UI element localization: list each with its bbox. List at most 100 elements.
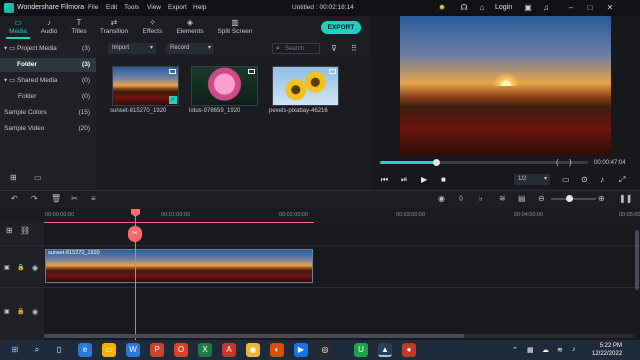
minimize-icon[interactable]: –	[566, 3, 576, 13]
subtitle-icon[interactable]: ▤	[518, 194, 526, 203]
eye-icon[interactable]: ◉	[32, 308, 38, 316]
network-icon[interactable]: ▦	[527, 346, 534, 354]
export-button[interactable]: EXPORT	[321, 21, 361, 34]
adjust-icon[interactable]: ≡	[91, 194, 96, 203]
fullscreen-icon[interactable]: ⤢	[619, 175, 625, 185]
file-explorer-icon[interactable]: ▭	[102, 343, 116, 357]
cloud-icon[interactable]: ☁	[542, 346, 549, 354]
lock-icon[interactable]: 🔒	[17, 264, 24, 271]
pause-icon[interactable]: ❚❚	[619, 194, 632, 203]
menu-tools[interactable]: Tools	[124, 4, 139, 11]
system-clock[interactable]: 5:22 PM 12/22/2022	[592, 342, 622, 358]
lightbulb-icon[interactable]: ✹	[437, 3, 447, 13]
menu-file[interactable]: File	[88, 4, 98, 11]
zoom-out-icon[interactable]: ⊖	[538, 194, 545, 203]
record-dropdown[interactable]: Record ▾	[166, 43, 214, 54]
wifi-icon[interactable]: ≋	[557, 346, 563, 354]
shield-icon[interactable]: ◊	[459, 194, 463, 203]
timeline-scroll-thumb[interactable]	[44, 334, 464, 338]
folder-icon[interactable]: ▭	[34, 173, 42, 182]
chrome-icon[interactable]: ◉	[246, 343, 260, 357]
close-icon[interactable]: ✕	[605, 3, 615, 13]
edge-icon[interactable]: e	[78, 343, 92, 357]
media-thumbnail-sunset[interactable]: ✓	[112, 66, 179, 106]
sidebar-item-project-media[interactable]: ▾ ▭ Project Media (3)	[0, 42, 96, 56]
step-forward-icon[interactable]: ⏯	[401, 175, 407, 185]
menu-view[interactable]: View	[147, 4, 161, 11]
excel-icon[interactable]: X	[198, 343, 212, 357]
volume-icon[interactable]: ♪	[572, 346, 576, 353]
previous-frame-icon[interactable]: ⏮	[381, 175, 388, 185]
grid-view-icon[interactable]: ⠿	[351, 44, 357, 53]
tab-audio[interactable]: ♪ Audio	[38, 16, 60, 38]
timeline-tracks[interactable]	[0, 222, 640, 344]
mark-out-icon[interactable]: )	[569, 158, 572, 167]
menu-edit[interactable]: Edit	[106, 4, 117, 11]
play-icon[interactable]: ▶	[421, 175, 427, 184]
green-app-icon[interactable]: U	[354, 343, 368, 357]
microphone-icon[interactable]: ♭	[479, 194, 483, 203]
login-link[interactable]: Login	[495, 4, 512, 11]
filmora-taskbar-icon[interactable]: ▲	[378, 343, 392, 357]
search-icon[interactable]: ⌕	[30, 343, 44, 357]
zoom-slider-knob[interactable]	[566, 195, 573, 202]
eye-icon[interactable]: ◉	[32, 264, 38, 272]
media-thumbnail-sunflower[interactable]	[272, 66, 339, 106]
audio-mix-icon[interactable]: ≋	[499, 194, 506, 203]
acrobat-icon[interactable]: A	[222, 343, 236, 357]
link-icon[interactable]: ⛓	[20, 226, 30, 235]
windows-start-icon[interactable]: ⊞	[8, 343, 22, 357]
media-thumbnail-lotus[interactable]	[191, 66, 258, 106]
save-icon[interactable]: ▣	[523, 3, 533, 13]
recorder-icon[interactable]: ●	[402, 343, 416, 357]
sidebar-item-shared-folder[interactable]: Folder (0)	[0, 90, 96, 104]
search-input[interactable]: ⌕ Search	[272, 43, 320, 54]
add-track-icon[interactable]: ⊞	[6, 226, 13, 235]
tab-transition[interactable]: ⇄ Transition	[99, 16, 129, 38]
menu-export[interactable]: Export	[168, 4, 187, 11]
filter-icon[interactable]: ⊽	[331, 44, 337, 53]
notification-icon[interactable]: ♫	[541, 3, 551, 13]
tab-elements[interactable]: ◈ Elements	[175, 16, 205, 38]
playhead-scissors-icon[interactable]: ✂	[128, 226, 142, 242]
sidebar-item-sample-video[interactable]: Sample Video (20)	[0, 122, 96, 136]
tab-split-screen[interactable]: ▥ Split Screen	[217, 16, 253, 38]
zoom-app-icon[interactable]: ▶	[294, 343, 308, 357]
tray-arrow-icon[interactable]: ⌃	[512, 346, 518, 354]
timeline-vertical-scrollbar[interactable]	[635, 230, 639, 290]
firefox-icon[interactable]: ◐	[270, 343, 284, 357]
sidebar-item-folder[interactable]: Folder (3)	[0, 58, 96, 72]
tab-media[interactable]: ▭ Media	[6, 16, 30, 39]
sidebar-item-shared-media[interactable]: ▾ ▭ Shared Media (0)	[0, 74, 96, 88]
task-view-icon[interactable]: ▯	[52, 343, 66, 357]
outlook-icon[interactable]: O	[174, 343, 188, 357]
redo-icon[interactable]: ↷	[31, 194, 38, 203]
snapshot-camera-icon[interactable]: ⊙	[581, 175, 588, 184]
word-icon[interactable]: W	[126, 343, 140, 357]
mark-in-icon[interactable]: (	[556, 158, 559, 167]
zoom-slider-track[interactable]	[551, 198, 596, 200]
preview-quality-dropdown[interactable]: 1/2 ▾	[514, 174, 550, 185]
new-folder-icon[interactable]: ⊞	[10, 173, 17, 182]
cut-icon[interactable]: ✂	[71, 194, 78, 203]
volume-icon[interactable]: ♪	[600, 175, 604, 184]
headset-icon[interactable]: ☊	[459, 3, 469, 13]
maximize-icon[interactable]: □	[585, 3, 595, 13]
powerpoint-icon[interactable]: P	[150, 343, 164, 357]
menu-help[interactable]: Help	[193, 4, 206, 11]
media-player-icon[interactable]: ◎	[318, 343, 332, 357]
lock-icon[interactable]: 🔒	[17, 308, 24, 315]
preview-viewer[interactable]	[400, 16, 611, 156]
render-icon[interactable]: ◉	[438, 194, 445, 203]
tab-titles[interactable]: T Titles	[68, 16, 90, 38]
sidebar-item-sample-colors[interactable]: Sample Colors (15)	[0, 106, 96, 120]
tab-effects[interactable]: ✧ Effects	[140, 16, 165, 38]
delete-icon[interactable]: 🗑	[51, 194, 61, 203]
undo-icon[interactable]: ↶	[11, 194, 18, 203]
stop-icon[interactable]: ■	[441, 175, 446, 184]
zoom-in-icon[interactable]: ⊕	[598, 194, 605, 203]
monitor-icon[interactable]: ▭	[562, 175, 570, 184]
import-dropdown[interactable]: Import ▾	[108, 43, 156, 54]
clock-time: 5:22 PM	[599, 343, 623, 349]
gift-icon[interactable]: ⌂	[477, 3, 487, 13]
